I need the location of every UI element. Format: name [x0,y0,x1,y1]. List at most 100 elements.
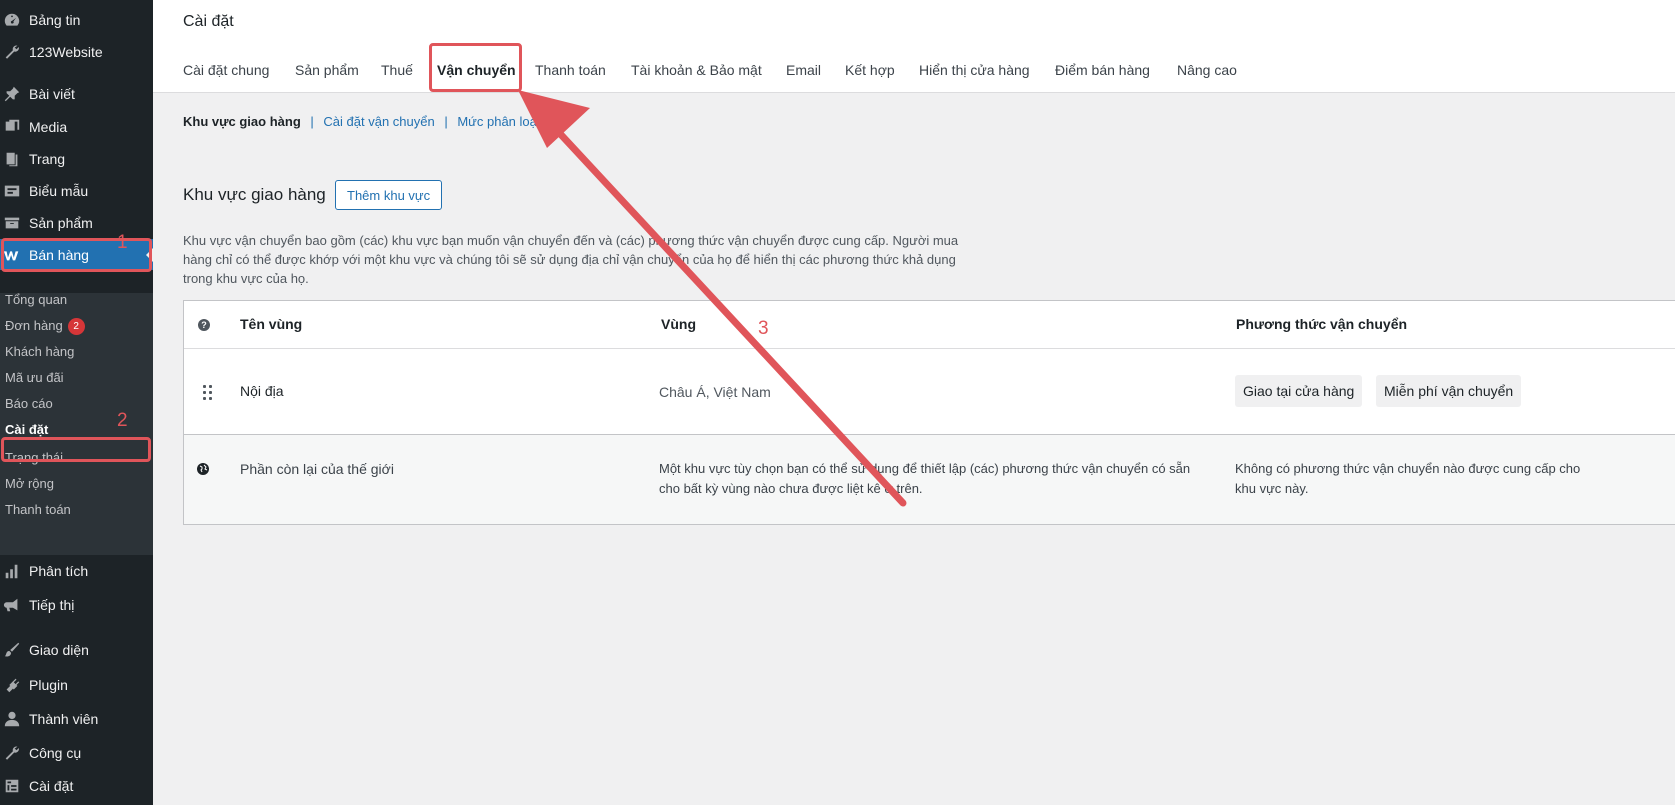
zone-name[interactable]: Phần còn lại của thế giới [240,461,394,477]
sidebar-item-appearance[interactable]: Giao diện [0,634,153,666]
woo-icon [2,245,22,265]
tab-site-visibility[interactable]: Hiển thị cửa hàng [919,62,1030,78]
method-pickup-pill[interactable]: Giao tại cửa hàng [1235,375,1363,407]
globe-icon [197,463,209,478]
submenu-label: Đơn hàng [5,318,63,333]
drag-handle-icon[interactable] [203,385,212,400]
shipping-zones-heading: Khu vực giao hàng [183,185,326,204]
column-zone-name: Tên vùng [240,316,303,332]
column-region: Vùng [661,316,696,332]
sidebar-item-analytics[interactable]: Phân tích [0,555,153,587]
tab-general[interactable]: Cài đặt chung [183,62,269,78]
tools-icon [2,743,22,763]
active-menu-arrow [146,248,153,262]
table-row[interactable]: Nội địa Châu Á, Việt Nam Giao tại cửa hà… [184,349,1675,435]
chart-icon [2,561,22,581]
zone-no-methods-text: Không có phương thức vận chuyển nào được… [1235,461,1581,496]
settings-header: Cài đặt Cài đặt chung Sản phẩm Thuế Vận … [153,0,1675,93]
subnav-shipping-options[interactable]: Cài đặt vận chuyển [323,114,434,129]
table-row[interactable]: Phần còn lại của thế giới Một khu vực tù… [184,435,1675,524]
submenu-label: Khách hàng [5,344,75,359]
submenu-overview[interactable]: Tổng quan [5,290,67,310]
sidebar-item-label: 123Website [29,44,103,60]
sidebar-item-plugins[interactable]: Plugin [0,669,153,701]
sidebar-item-123website[interactable]: 123Website [0,36,153,68]
help-icon[interactable]: ? [198,319,210,331]
page-icon [2,149,22,169]
pin-icon [2,84,22,104]
sidebar-item-label: Bảng tin [29,12,81,28]
main-content: Cài đặt Cài đặt chung Sản phẩm Thuế Vận … [153,0,1675,805]
orders-count-badge: 2 [67,317,85,335]
sidebar-item-label: Media [29,119,68,135]
sidebar-item-label: Bài viết [29,86,75,102]
submenu-settings[interactable]: Cài đặt [5,420,48,440]
tab-point-of-sale[interactable]: Điểm bán hàng [1055,62,1150,78]
submenu-label: Báo cáo [5,396,53,411]
sidebar-item-forms[interactable]: Biểu mẫu [0,175,153,207]
sidebar-item-dashboard[interactable]: Bảng tin [0,4,153,36]
table-header: ? Tên vùng Vùng Phương thức vận chuyển [184,301,1675,349]
submenu-reports[interactable]: Báo cáo [5,394,53,414]
sidebar-item-media[interactable]: Media [0,111,153,143]
submenu-extensions[interactable]: Mở rộng [5,474,54,494]
sidebar-item-tools[interactable]: Công cụ [0,737,153,769]
shipping-zones-description: Khu vực vận chuyển bao gồm (các) khu vực… [183,233,959,286]
sidebar-item-products[interactable]: Sản phẩm [0,207,153,239]
tab-shipping[interactable]: Vận chuyển [437,62,516,78]
submenu-label: Trạng thái [5,450,64,465]
submenu-label: Cài đặt [5,422,49,437]
sidebar-item-label: Thành viên [29,711,99,727]
dashboard-icon [2,10,22,30]
tab-accounts-privacy[interactable]: Tài khoản & Bảo mật [631,62,762,78]
zone-name[interactable]: Nội địa [240,383,284,399]
sidebar-item-label: Biểu mẫu [29,183,89,199]
sidebar-item-pages[interactable]: Trang [0,143,153,175]
sidebar-item-sales[interactable]: Bán hàng [0,239,153,270]
sidebar-item-marketing[interactable]: Tiếp thị [0,589,153,621]
submenu-label: Thanh toán [5,502,71,517]
sidebar-item-label: Sản phẩm [29,215,93,231]
tab-products[interactable]: Sản phẩm [295,62,359,78]
archive-icon [2,213,22,233]
tab-email[interactable]: Email [786,62,821,78]
sales-submenu: Tổng quan Đơn hàng 2 Khách hàng Mã ưu đãi… [0,290,153,555]
shipping-zones-table: ? Tên vùng Vùng Phương thức vận chuyển N… [183,300,1675,525]
tab-advanced[interactable]: Nâng cao [1177,62,1237,78]
tab-payments[interactable]: Thanh toán [535,62,606,78]
sidebar-item-label: Cài đặt [29,778,74,794]
subnav-separator: | [310,114,314,129]
settings-icon [2,776,22,796]
submenu-orders[interactable]: Đơn hàng 2 [5,316,85,336]
method-free-shipping-pill[interactable]: Miễn phí vận chuyển [1376,375,1522,407]
page-title: Cài đặt [183,13,234,30]
media-icon [2,117,22,137]
zone-region: Châu Á, Việt Nam [659,384,771,400]
annotation-label-3: 3 [758,318,769,339]
submenu-payments[interactable]: Thanh toán [5,500,71,520]
subnav-shipping-zones[interactable]: Khu vực giao hàng [183,114,301,129]
wrench-icon [2,42,22,62]
submenu-status[interactable]: Trạng thái [5,448,63,468]
submenu-label: Tổng quan [5,292,68,307]
submenu-label: Mở rộng [5,476,54,491]
tab-tax[interactable]: Thuế [381,62,413,78]
submenu-coupons[interactable]: Mã ưu đãi [5,368,64,388]
admin-sidebar: Bảng tin 123Website Bài viết Media Trang… [0,0,153,805]
sidebar-item-label: Trang [29,151,66,167]
subnav-separator: | [444,114,448,129]
submenu-customers[interactable]: Khách hàng [5,342,74,362]
annotation-label-2: 2 [117,410,128,431]
sidebar-item-label: Phân tích [29,563,89,579]
sidebar-item-settings[interactable]: Cài đặt [0,770,153,802]
sidebar-item-label: Giao diện [29,642,89,658]
add-zone-button[interactable]: Thêm khu vực [335,180,443,210]
sidebar-item-label: Plugin [29,677,68,693]
sidebar-item-posts[interactable]: Bài viết [0,78,153,110]
sidebar-item-label: Bán hàng [29,246,89,263]
brush-icon [2,640,22,660]
tab-integration[interactable]: Kết hợp [845,62,895,78]
subnav-shipping-classes[interactable]: Mức phân loại [457,114,539,129]
submenu-label: Mã ưu đãi [5,370,64,385]
sidebar-item-users[interactable]: Thành viên [0,703,153,735]
